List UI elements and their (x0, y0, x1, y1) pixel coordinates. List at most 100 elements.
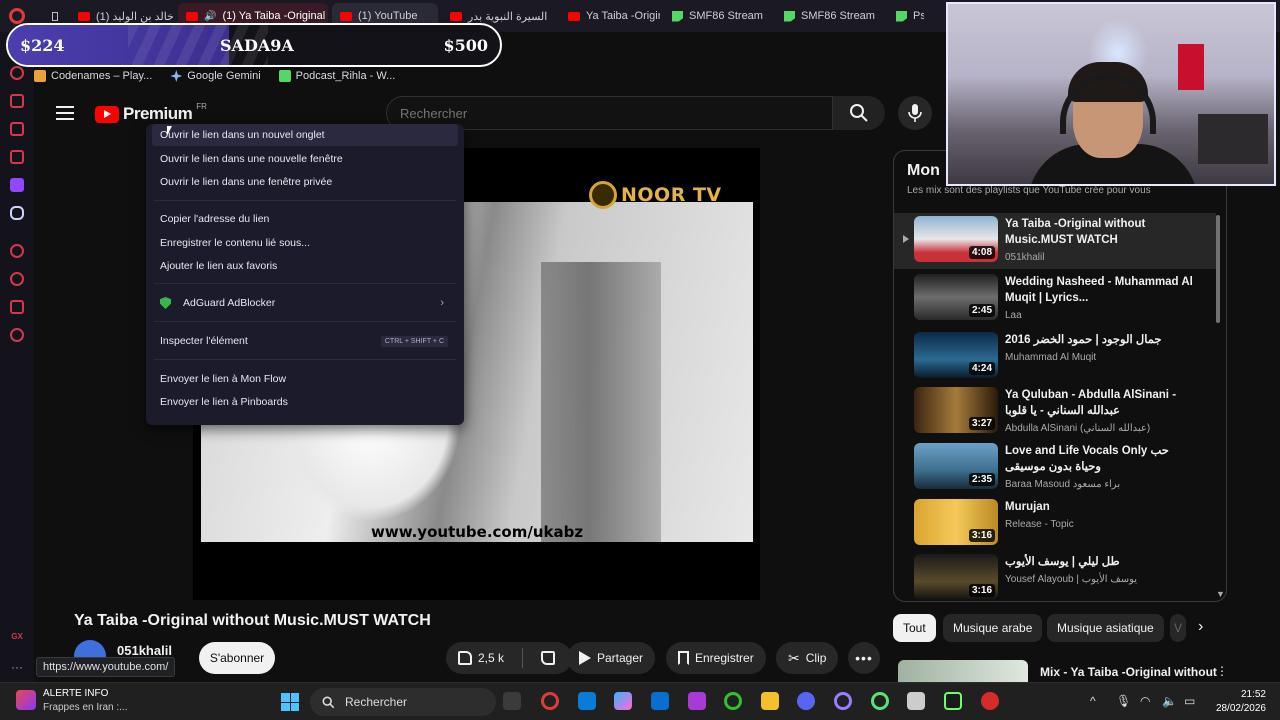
channel-name[interactable]: 051khalil (117, 643, 172, 658)
sidebar-history-icon[interactable] (10, 272, 24, 286)
bookmark-gemini[interactable]: Google Gemini (170, 70, 261, 82)
wifi-icon[interactable]: ◠ (1140, 694, 1150, 708)
playlist-item[interactable]: 3:16 طل ليلي | يوسف الأيوب Yousef Alayou… (894, 551, 1216, 601)
clip-button[interactable]: ✂ Clip (776, 642, 839, 674)
opera-sidebar: GX ··· (0, 32, 34, 682)
playlist-item[interactable]: 2:45 Wedding Nasheed - Muhammad Al Muqit… (894, 271, 1216, 327)
youtube-premium-logo[interactable]: Premium FR (95, 102, 207, 124)
discord-icon[interactable] (10, 206, 24, 220)
chip-musique-arabe[interactable]: Musique arabe (943, 614, 1043, 642)
app-icon[interactable] (944, 692, 962, 710)
thumb-up-icon (458, 651, 472, 665)
chip-musique-asiatique[interactable]: Musique asiatique (1047, 614, 1164, 642)
next-video-title[interactable]: Mix - Ya Taiba -Original without (1040, 665, 1217, 679)
donation-goal-bar: $224 SADA9A $500 (6, 23, 502, 67)
playlist-item[interactable]: 2:35 Love and Life Vocals Only حب وحياة … (894, 440, 1216, 496)
browser-tab[interactable]: Ps (888, 3, 924, 29)
twitch-icon[interactable] (10, 178, 24, 192)
menu-item-open-new-window[interactable]: Ouvrir le lien dans une nouvelle fenêtre (152, 148, 458, 170)
menu-item-open-new-tab[interactable]: Ouvrir le lien dans un nouvel onglet (152, 124, 458, 146)
chevron-down-icon[interactable]: ▼ (1216, 589, 1225, 599)
podcast-icon (278, 70, 291, 82)
noor-tv-emblem-icon (589, 181, 617, 209)
chevron-right-icon: › (440, 297, 444, 309)
microphone-icon[interactable]: 🎙 (1116, 694, 1131, 708)
task-view-icon[interactable] (503, 692, 521, 710)
chip-tout[interactable]: Tout (893, 614, 936, 642)
battery-icon[interactable]: ▭ (1184, 694, 1195, 708)
chevron-right-icon[interactable]: › (1198, 618, 1203, 636)
menu-item-send-my-flow[interactable]: Envoyer le lien à Mon Flow (152, 368, 458, 390)
youtube-icon (568, 11, 580, 21)
sidebar-more-icon[interactable]: ··· (11, 660, 23, 674)
playlist-item[interactable]: 4:24 جمال الوجود | حمود الخضر 2016 Muham… (894, 329, 1216, 385)
windows-start-icon[interactable] (281, 693, 299, 711)
video-thumbnail[interactable] (898, 660, 1028, 682)
more-actions-button[interactable]: ••• (848, 642, 880, 674)
sidebar-settings-icon[interactable] (10, 328, 24, 342)
xbox-icon[interactable] (724, 692, 742, 710)
sidebar-pencil-icon[interactable] (10, 122, 24, 136)
tray-chevron-icon[interactable]: ^ (1090, 694, 1096, 708)
menu-item-bookmark-link[interactable]: Ajouter le lien aux favoris (152, 255, 458, 277)
subscribe-button[interactable]: S'abonner (199, 642, 275, 674)
mix-playlist-panel: Mon Les mix sont des playlists que YouTu… (893, 150, 1227, 602)
sidebar-extensions-icon[interactable] (10, 300, 24, 314)
app-icon[interactable] (907, 692, 925, 710)
opera-icon[interactable] (871, 692, 889, 710)
like-button[interactable]: 2,5 k (446, 642, 516, 674)
webcam-scene (1198, 114, 1268, 164)
opera-icon[interactable] (834, 692, 852, 710)
video-thumbnail: 3:16 (914, 499, 998, 545)
news-title[interactable]: ALERTE INFO (43, 688, 108, 699)
windows-taskbar: ALERTE INFO Frappes en Iran :... Recherc… (0, 682, 1280, 720)
menu-item-send-pinboards[interactable]: Envoyer le lien à Pinboards (152, 391, 458, 413)
browser-tab[interactable]: SMF86 Stream (776, 3, 884, 29)
menu-item-inspect[interactable]: Inspecter l'élément CTRL + SHIFT + C (152, 330, 458, 352)
opera-gx-icon[interactable] (541, 692, 559, 710)
menu-separator (154, 359, 456, 360)
app-icon[interactable] (981, 692, 999, 710)
chip-partial[interactable]: V (1170, 614, 1186, 642)
hamburger-menu-icon[interactable] (56, 106, 74, 120)
save-button[interactable]: Enregistrer (666, 642, 766, 674)
dislike-button[interactable] (529, 642, 567, 674)
voice-search-button[interactable] (898, 96, 932, 130)
menu-item-adguard[interactable]: AdGuard AdBlocker › (152, 292, 458, 314)
twitch-icon (784, 10, 795, 22)
bookmark-podcast[interactable]: Podcast_Rihla - W... (278, 70, 395, 82)
twitch-icon (896, 10, 907, 22)
app-icon[interactable] (688, 692, 706, 710)
menu-item-copy-link[interactable]: Copier l'adresse du lien (152, 208, 458, 230)
app-icon[interactable] (578, 692, 596, 710)
browser-tab[interactable]: Ya Taiba -Origin (560, 3, 660, 29)
news-subtitle[interactable]: Frappes en Iran :... (43, 702, 128, 713)
bookmark-codenames[interactable]: Codenames – Play... (34, 70, 152, 82)
playlist-item[interactable]: 3:16 Murujan Release - Topic (894, 496, 1216, 552)
scrollbar[interactable] (1216, 215, 1220, 323)
browser-tab[interactable]: SMF86 Stream (664, 3, 772, 29)
now-playing-icon (903, 235, 909, 243)
volume-icon[interactable]: 🔈 (1162, 694, 1177, 708)
sidebar-game-icon[interactable] (10, 150, 24, 164)
playlist-item[interactable]: 3:27 Ya Quluban - Abdulla AlSinani - عبد… (894, 384, 1216, 440)
news-icon[interactable] (16, 690, 36, 710)
taskbar-search[interactable]: Rechercher (310, 688, 496, 716)
file-explorer-icon[interactable] (761, 692, 779, 710)
share-button[interactable]: Partager (567, 642, 656, 674)
sidebar-refresh-icon[interactable] (10, 66, 24, 80)
video-thumbnail: 4:24 (914, 332, 998, 378)
menu-item-save-linked[interactable]: Enregistrer le contenu lié sous... (152, 232, 458, 254)
more-icon[interactable]: ⋮ (1216, 664, 1228, 678)
playlist-item-current[interactable]: 4:08 Ya Taiba -Original without Music.MU… (894, 213, 1216, 269)
clock[interactable]: 21:52 28/02/2026 (1216, 688, 1266, 716)
search-button[interactable] (833, 96, 885, 130)
discord-icon[interactable] (797, 692, 815, 710)
video-thumbnail: 2:35 (914, 443, 998, 489)
sidebar-bag-icon[interactable] (10, 94, 24, 108)
sidebar-player-icon[interactable] (10, 244, 24, 258)
menu-item-open-private-window[interactable]: Ouvrir le lien dans une fenêtre privée (152, 171, 458, 193)
store-icon[interactable] (651, 692, 669, 710)
search-input[interactable] (400, 106, 800, 121)
copilot-icon[interactable] (614, 692, 632, 710)
